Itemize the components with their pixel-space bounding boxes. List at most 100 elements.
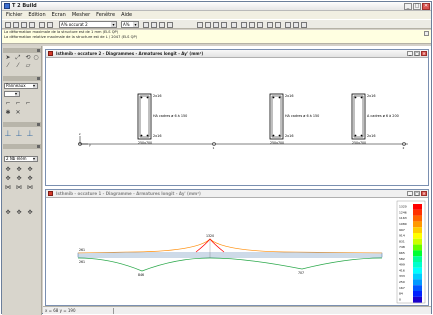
section-1-size-label: 250x700 — [138, 141, 152, 145]
beam-section-1: 2x16 HA cadres ø 6 à 150 2x16 250x700 — [137, 93, 187, 145]
left-top-value: 261 — [79, 248, 85, 252]
bar-icon[interactable]: ⁄ — [14, 63, 22, 69]
legend-swatch — [413, 244, 422, 251]
maximize-button[interactable]: □ — [413, 3, 421, 10]
load-3-icon[interactable]: ⊥ — [26, 130, 34, 138]
title-bar[interactable]: T 2 Build _ □ ✕ — [2, 2, 431, 11]
mesh-size-select[interactable]: 2 Nb élém — [4, 156, 38, 162]
section-diagram-window[interactable]: Isthmib - occature 2 - Diagrammes - Arma… — [45, 49, 429, 186]
legend-value: 1080 — [399, 222, 407, 226]
grid-icon[interactable] — [231, 22, 237, 28]
results-icon[interactable] — [267, 22, 273, 28]
support-3-icon[interactable]: ✥ — [26, 176, 34, 182]
cut-icon[interactable] — [39, 22, 45, 28]
link-2-icon[interactable]: ⋈ — [15, 185, 23, 191]
diagram-canvas[interactable]: 261 261 1320 846 707 1320 1246 1163 1080 997… — [46, 198, 428, 305]
message-close-button[interactable] — [424, 31, 429, 36]
pan-icon[interactable] — [205, 22, 211, 28]
zoom-window-icon[interactable] — [197, 22, 203, 28]
slab-icon[interactable]: ▱ — [24, 63, 32, 69]
link-icon[interactable]: ⋈ — [4, 185, 12, 191]
unit-select[interactable]: A% — [121, 21, 139, 28]
minimize-button[interactable]: _ — [404, 3, 412, 10]
palette-header-4[interactable] — [3, 144, 41, 149]
diagram-maximize-button[interactable]: □ — [414, 191, 420, 196]
panel-delete-icon[interactable]: ⌐ — [24, 101, 32, 107]
zoom-extents-icon[interactable] — [213, 22, 219, 28]
result-2-icon[interactable]: ✥ — [15, 210, 23, 216]
panel-edit-icon[interactable]: ⌐ — [14, 101, 22, 107]
print-icon[interactable] — [29, 22, 35, 28]
result-3-icon[interactable]: ✥ — [26, 210, 34, 216]
redraw-icon[interactable] — [221, 22, 227, 28]
span-1-value: 846 — [138, 273, 144, 277]
load-icon[interactable]: ⊥ — [4, 130, 12, 138]
calc-icon[interactable] — [285, 22, 291, 28]
mesh-2-icon[interactable] — [249, 22, 255, 28]
close-button[interactable]: ✕ — [422, 3, 430, 10]
panel-add-icon[interactable]: ⌐ — [4, 101, 12, 107]
node-icon[interactable]: ○ — [32, 55, 40, 61]
section-window-titlebar[interactable]: Isthmib - occature 2 - Diagrammes - Arma… — [46, 50, 428, 58]
section-close-button[interactable]: ✕ — [421, 51, 427, 56]
element-sub-select[interactable] — [4, 91, 20, 97]
palette-header-3[interactable] — [3, 122, 41, 127]
section-2-size-label: 250x700 — [270, 141, 284, 145]
diagram-window-titlebar[interactable]: Isthmib - occature 1 - Diagramme - Armat… — [46, 190, 428, 198]
menu-edit[interactable]: Edition — [28, 12, 45, 18]
diagram-icon[interactable] — [143, 22, 149, 28]
section-canvas[interactable]: 2x16 HA cadres ø 6 à 150 2x16 250x700 2x… — [46, 58, 428, 185]
palette-header-1[interactable] — [3, 48, 41, 53]
legend-value: 914 — [399, 234, 405, 238]
section-icon[interactable] — [151, 22, 157, 28]
calc-3-icon[interactable] — [301, 22, 307, 28]
mesh-3-icon[interactable] — [257, 22, 263, 28]
section-minimize-button[interactable]: _ — [407, 51, 413, 56]
node-tool-2-icon[interactable]: ✥ — [15, 167, 23, 173]
toolbar: A% occurat 2 A% — [2, 19, 431, 29]
menu-file[interactable]: Fichier — [6, 12, 22, 18]
copy-icon[interactable] — [47, 22, 53, 28]
menu-help[interactable]: Aide — [121, 12, 132, 18]
node-tool-3-icon[interactable]: ✥ — [26, 167, 34, 173]
element-type-select[interactable]: Panneaux — [4, 83, 38, 89]
zoom-in-icon[interactable] — [159, 22, 165, 28]
palette-header-2[interactable] — [3, 76, 41, 81]
legend-swatch — [413, 233, 422, 239]
star-icon[interactable]: ✱ — [4, 110, 12, 116]
section-maximize-button[interactable]: □ — [414, 51, 420, 56]
menu-mesher[interactable]: Mesher — [72, 12, 90, 18]
support-icon[interactable]: ✥ — [4, 176, 12, 182]
mesh-icon[interactable] — [241, 22, 247, 28]
results-2-icon[interactable] — [275, 22, 281, 28]
menu-window[interactable]: Fenêtre — [96, 12, 115, 18]
legend-value: 333 — [399, 274, 405, 278]
cross-icon[interactable]: ✕ — [14, 110, 22, 116]
select-arrow-icon[interactable]: ➤ — [4, 55, 12, 61]
rotate-icon[interactable]: ⟲ — [24, 55, 32, 61]
legend-swatch — [413, 279, 422, 286]
legend-value: 997 — [399, 228, 405, 232]
calc-2-icon[interactable] — [293, 22, 299, 28]
result-icon[interactable]: ✥ — [4, 210, 12, 216]
load-case-select[interactable]: A% occurat 2 — [59, 21, 117, 28]
save-icon[interactable] — [21, 22, 27, 28]
legend-value: 582 — [399, 257, 405, 261]
menu-screen[interactable]: Ecran — [52, 12, 66, 18]
span-1-curve — [77, 257, 211, 272]
diagram-window[interactable]: Isthmib - occature 1 - Diagramme - Armat… — [45, 189, 429, 306]
zoom-out-icon[interactable] — [167, 22, 173, 28]
legend-value: 748 — [399, 245, 405, 249]
new-file-icon[interactable] — [5, 22, 11, 28]
legend-value: 84 — [399, 292, 403, 296]
load-2-icon[interactable]: ⊥ — [15, 130, 23, 138]
move-icon[interactable]: ⤢ — [14, 55, 22, 61]
link-3-icon[interactable]: ⋈ — [26, 185, 34, 191]
beam-icon[interactable]: ⁄ — [4, 63, 12, 69]
diagram-close-button[interactable]: ✕ — [421, 191, 427, 196]
diagram-minimize-button[interactable]: _ — [407, 191, 413, 196]
node-tool-icon[interactable]: ✥ — [4, 167, 12, 173]
open-file-icon[interactable] — [13, 22, 19, 28]
legend-swatch — [413, 256, 422, 262]
support-2-icon[interactable]: ✥ — [15, 176, 23, 182]
